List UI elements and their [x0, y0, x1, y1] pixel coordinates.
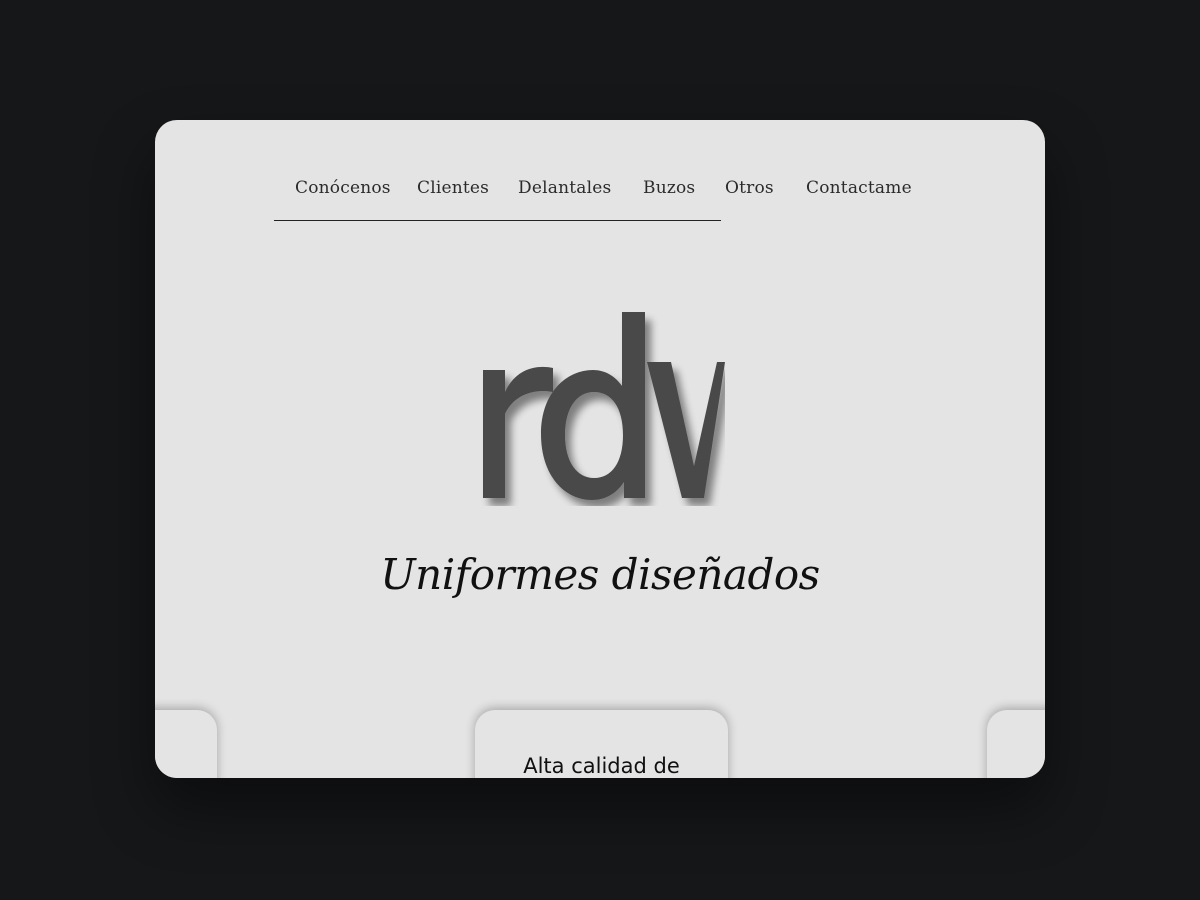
nav-item-clientes[interactable]: Clientes: [417, 178, 489, 198]
nav-item-contactame[interactable]: Contactame: [806, 178, 912, 198]
site-window: Conócenos Clientes Delantales Buzos Otro…: [155, 120, 1045, 778]
nav-underline: [274, 220, 721, 221]
feature-card-left[interactable]: [155, 710, 217, 778]
feature-card-right[interactable]: [987, 710, 1045, 778]
nav-item-conocenos[interactable]: Conócenos: [295, 178, 391, 198]
tagline: Uniformes diseñados: [380, 550, 820, 599]
card-title: Alta calidad de: [523, 754, 680, 778]
nav-item-buzos[interactable]: Buzos: [643, 178, 695, 198]
logo-letter-r-stem: [483, 370, 505, 498]
main-nav: Conócenos Clientes Delantales Buzos Otro…: [155, 178, 1045, 208]
logo-letter-v: [647, 362, 725, 498]
nav-item-otros[interactable]: Otros: [725, 178, 774, 198]
nav-item-delantales[interactable]: Delantales: [518, 178, 611, 198]
rdv-logo: [483, 312, 725, 500]
feature-card-center[interactable]: Alta calidad de: [475, 710, 728, 778]
logo-letter-d: [541, 312, 645, 500]
